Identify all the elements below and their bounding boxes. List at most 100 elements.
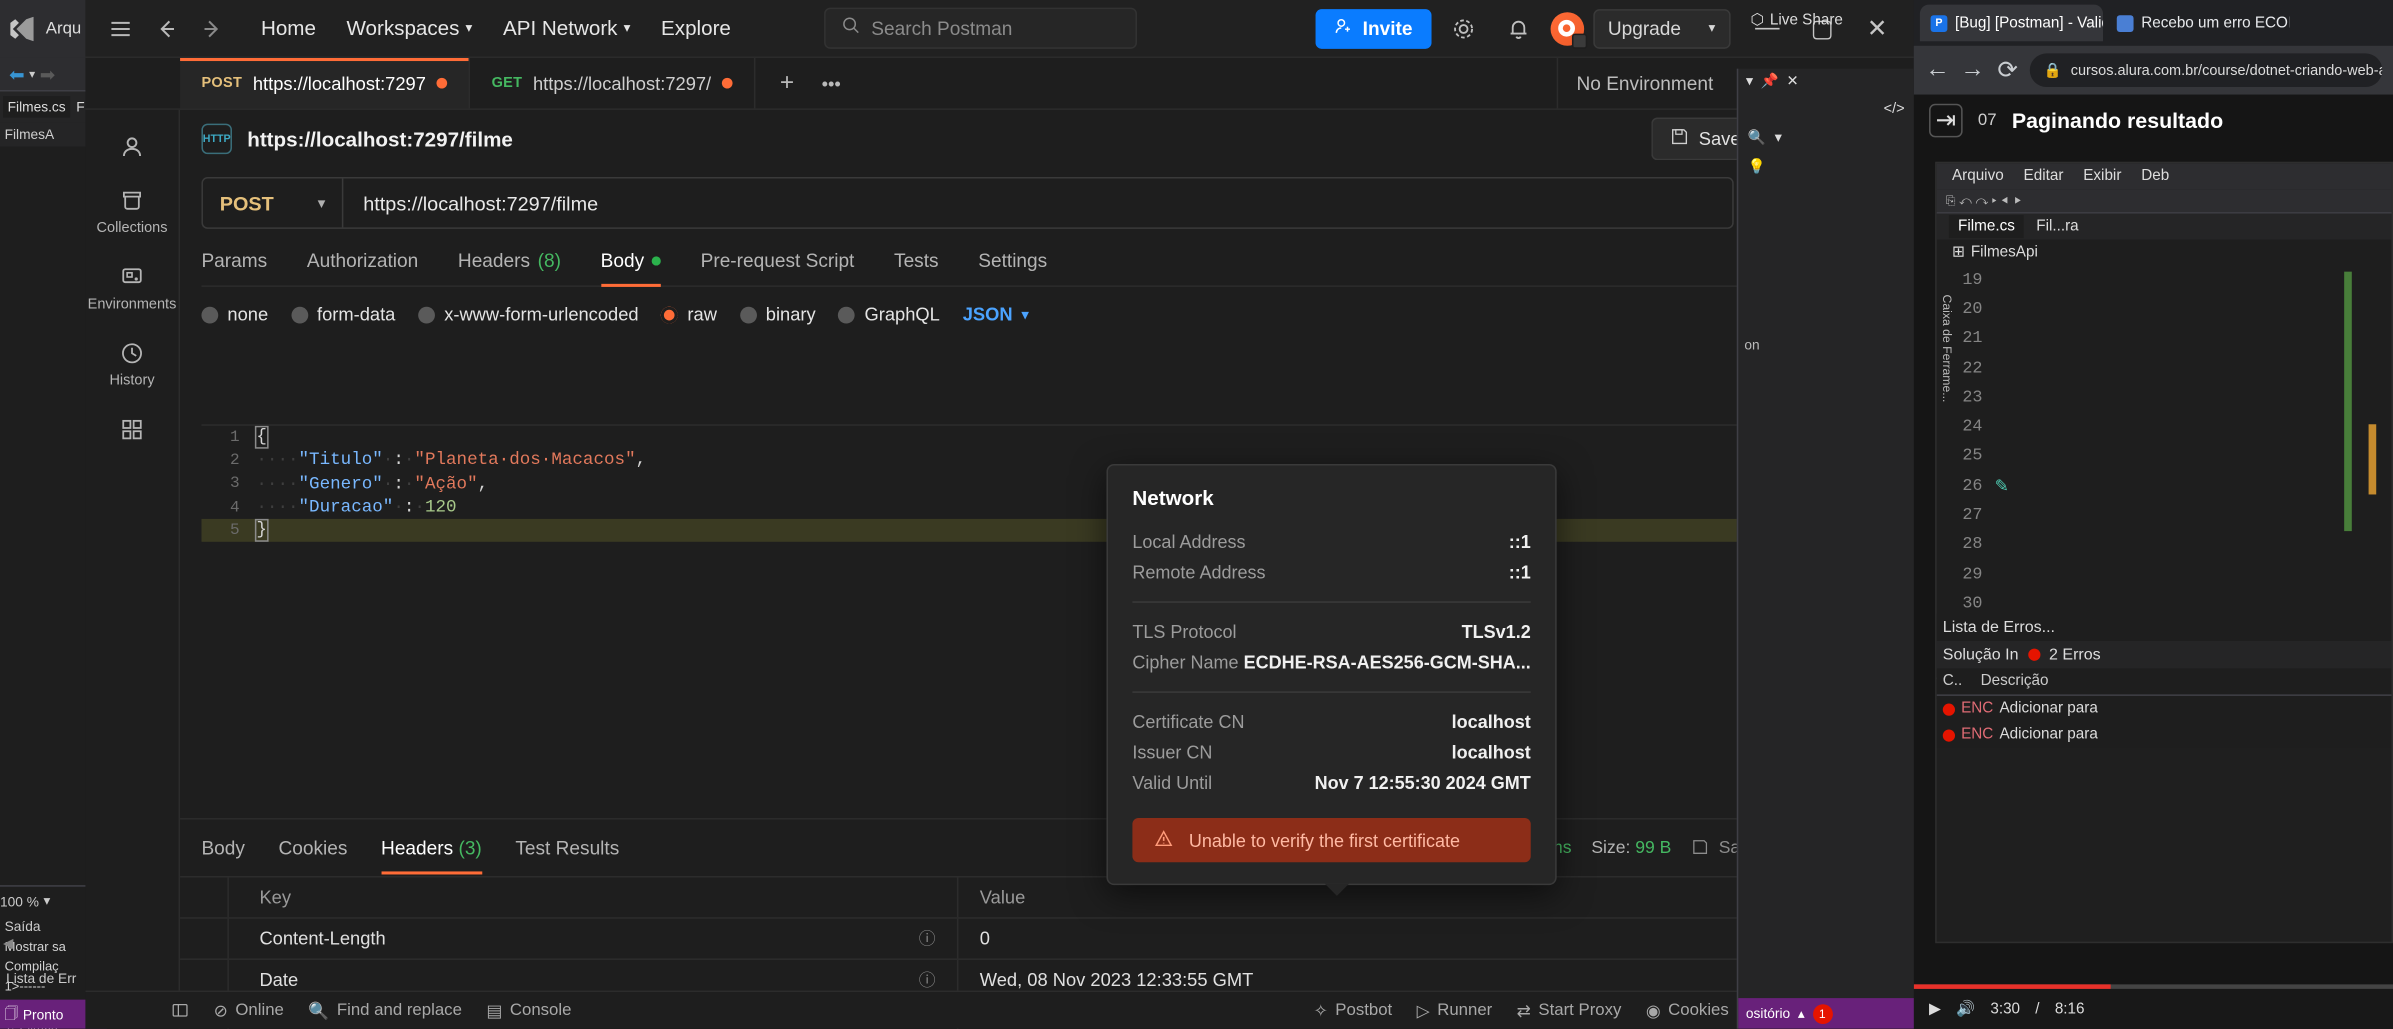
body-option-none[interactable]: none — [201, 304, 268, 325]
body-option-graphql[interactable]: GraphQL — [838, 304, 940, 325]
reload-icon[interactable]: ⟳ — [1995, 55, 2021, 86]
postbot-button[interactable]: ✧ Postbot — [1314, 1000, 1393, 1020]
sidebar-item-history[interactable]: History — [85, 327, 178, 403]
browser-tab-active[interactable]: P [Bug] [Postman] - Validação de ✕ — [1919, 4, 2104, 42]
body-option-form-data[interactable]: form-data — [291, 304, 395, 325]
sidebar-item-collections[interactable]: Collections — [85, 174, 178, 250]
url-input[interactable] — [343, 178, 1732, 228]
address-bar[interactable]: 🔒 cursos.alura.com.br/course/dotnet-cria… — [2029, 53, 2383, 87]
body-option-raw[interactable]: raw — [661, 304, 717, 325]
body-format-selector[interactable]: JSON ▾ — [963, 304, 1029, 325]
request-tab-post[interactable]: POST https://localhost:7297 — [180, 57, 471, 109]
chevron-down-icon[interactable]: ▾ — [1775, 130, 1782, 147]
tab-body[interactable]: Body — [600, 250, 661, 287]
vs-tab-secondary[interactable]: F — [76, 99, 84, 114]
error-col-description: Descrição — [1980, 673, 2049, 691]
sidebar-expand-icon[interactable]: ⇥ — [1929, 103, 1963, 138]
menu-api-network-label: API Network — [502, 16, 618, 40]
table-row[interactable]: Content-Length ⓘ 0 — [180, 918, 1914, 960]
play-icon[interactable]: ▶ — [1929, 1000, 1941, 1017]
live-share-button[interactable]: ⬡ Live Share — [1750, 12, 1842, 29]
menu-home[interactable]: Home — [247, 9, 329, 47]
back-arrow-icon[interactable]: ← — [1924, 56, 1950, 83]
menu-workspaces-label: Workspaces — [346, 16, 460, 40]
chevron-down-icon[interactable]: ▾ — [44, 893, 51, 910]
line-number: 1 — [229, 428, 240, 447]
video-code-line: 25 — [1943, 442, 2392, 471]
vs-forward-icon[interactable]: ➡ — [40, 63, 55, 84]
tab-tests[interactable]: Tests — [894, 250, 939, 285]
cookies-button[interactable]: ◉ Cookies — [1646, 1000, 1729, 1020]
menu-api-network[interactable]: API Network ▾ — [489, 9, 644, 47]
start-proxy-button[interactable]: ⇄ Start Proxy — [1517, 1000, 1622, 1020]
info-icon[interactable]: ⓘ — [919, 926, 936, 950]
runner-button[interactable]: ▷ Runner — [1417, 1000, 1493, 1020]
chevron-up-icon[interactable]: ▴ — [1798, 1005, 1805, 1022]
tab-more-options-icon[interactable]: ••• — [822, 72, 841, 93]
vs-scroll-left-icon[interactable]: ◀ — [3, 936, 14, 953]
invite-user-icon — [1334, 16, 1354, 40]
close-button[interactable]: ✕ — [1850, 0, 1905, 57]
line-number: 2 — [229, 451, 240, 470]
repository-label[interactable]: ositório — [1746, 1006, 1790, 1021]
vs-error-list-tab[interactable]: Lista de Err — [0, 971, 76, 986]
vs-status-icon: 🗍 — [4, 1004, 19, 1021]
tab-actions: + ••• — [755, 58, 865, 108]
browser-tab-secondary[interactable]: Recebo um erro ECONNREFUSE — [2106, 5, 2289, 42]
error-row[interactable]: ENC Adicionar para — [1937, 722, 2392, 748]
search-icon[interactable]: 🔍 — [1747, 130, 1765, 147]
close-icon[interactable]: ✕ — [1787, 73, 1799, 90]
body-option-x-www-form-urlencoded[interactable]: x-www-form-urlencoded — [418, 304, 639, 325]
tab-headers[interactable]: Headers (8) — [458, 250, 561, 285]
error-list-title: Lista de Erros... — [1942, 618, 2056, 637]
lesson-video-frame[interactable]: Arquivo Editar Exibir Deb ⎘ ↶ ↷ ▸ ⯇ ⯈ Fi… — [1935, 161, 2393, 944]
network-row-local-address: Local Address::1 — [1132, 527, 1530, 558]
volume-icon[interactable]: 🔊 — [1956, 1000, 1975, 1017]
tab-pre-request-script[interactable]: Pre-request Script — [701, 250, 855, 285]
rail-item-profile[interactable] — [85, 125, 178, 174]
invite-button[interactable]: Invite — [1315, 8, 1431, 49]
body-code-editor[interactable]: 1 { 2 ····"Titulo"·:·"Planeta·dos·Macaco… — [201, 424, 1902, 819]
gear-icon[interactable] — [1440, 7, 1486, 50]
notification-badge[interactable]: 1 — [1812, 1003, 1833, 1024]
tab-settings[interactable]: Settings — [978, 250, 1047, 285]
code-brackets-icon[interactable]: </> — [1884, 101, 1905, 118]
sidebar-item-environments[interactable]: Environments — [85, 250, 178, 326]
sidebar-item-apis[interactable] — [85, 403, 178, 456]
search-input[interactable]: Search Postman — [824, 7, 1137, 49]
lightbulb-icon[interactable]: 💡 — [1747, 159, 1765, 176]
upgrade-button[interactable]: Upgrade ▾ — [1592, 8, 1731, 49]
info-icon[interactable]: ⓘ — [919, 968, 936, 992]
menu-explore[interactable]: Explore — [647, 9, 744, 47]
forward-arrow-icon[interactable] — [189, 7, 235, 50]
sidebar-toggle-icon[interactable] — [171, 1001, 189, 1019]
chevron-down-icon[interactable]: ▾ — [1746, 73, 1753, 90]
new-tab-plus-icon[interactable]: + — [780, 69, 794, 96]
avatar[interactable] — [1549, 11, 1587, 49]
menu-workspaces[interactable]: Workspaces ▾ — [333, 9, 486, 47]
vs-back-icon[interactable]: ⬅ — [9, 63, 24, 84]
error-row[interactable]: ENC Adicionar para — [1937, 696, 2392, 722]
back-arrow-icon[interactable] — [143, 7, 189, 50]
find-and-replace-button[interactable]: 🔍 Find and replace — [308, 1000, 462, 1020]
proxy-icon: ⇄ — [1516, 1001, 1531, 1021]
hamburger-icon[interactable] — [98, 7, 144, 50]
request-tab-get[interactable]: GET https://localhost:7297/ — [470, 57, 756, 109]
body-option-binary[interactable]: binary — [739, 304, 816, 325]
tab-authorization[interactable]: Authorization — [307, 250, 418, 285]
pin-icon[interactable]: 📌 — [1761, 73, 1779, 90]
bell-icon[interactable] — [1495, 7, 1541, 50]
tab-params[interactable]: Params — [201, 250, 267, 285]
response-tab-test-results[interactable]: Test Results — [515, 838, 619, 873]
console-button[interactable]: ▤ Console — [486, 1000, 571, 1020]
vs-dropdown-icon[interactable]: ▾ — [29, 67, 35, 81]
response-tab-body[interactable]: Body — [201, 838, 244, 873]
method-selector[interactable]: POST ▾ — [203, 178, 344, 228]
vs-file-menu[interactable]: Arqu — [46, 20, 81, 38]
runner-icon: ▷ — [1416, 1001, 1430, 1021]
online-status[interactable]: ⊘ Online — [214, 1000, 284, 1020]
vs-tab-filmes-cs[interactable]: Filmes.cs — [3, 96, 71, 118]
forward-arrow-icon[interactable]: → — [1960, 56, 1986, 83]
response-tab-headers[interactable]: Headers (3) — [381, 838, 482, 875]
response-tab-cookies[interactable]: Cookies — [279, 838, 348, 873]
